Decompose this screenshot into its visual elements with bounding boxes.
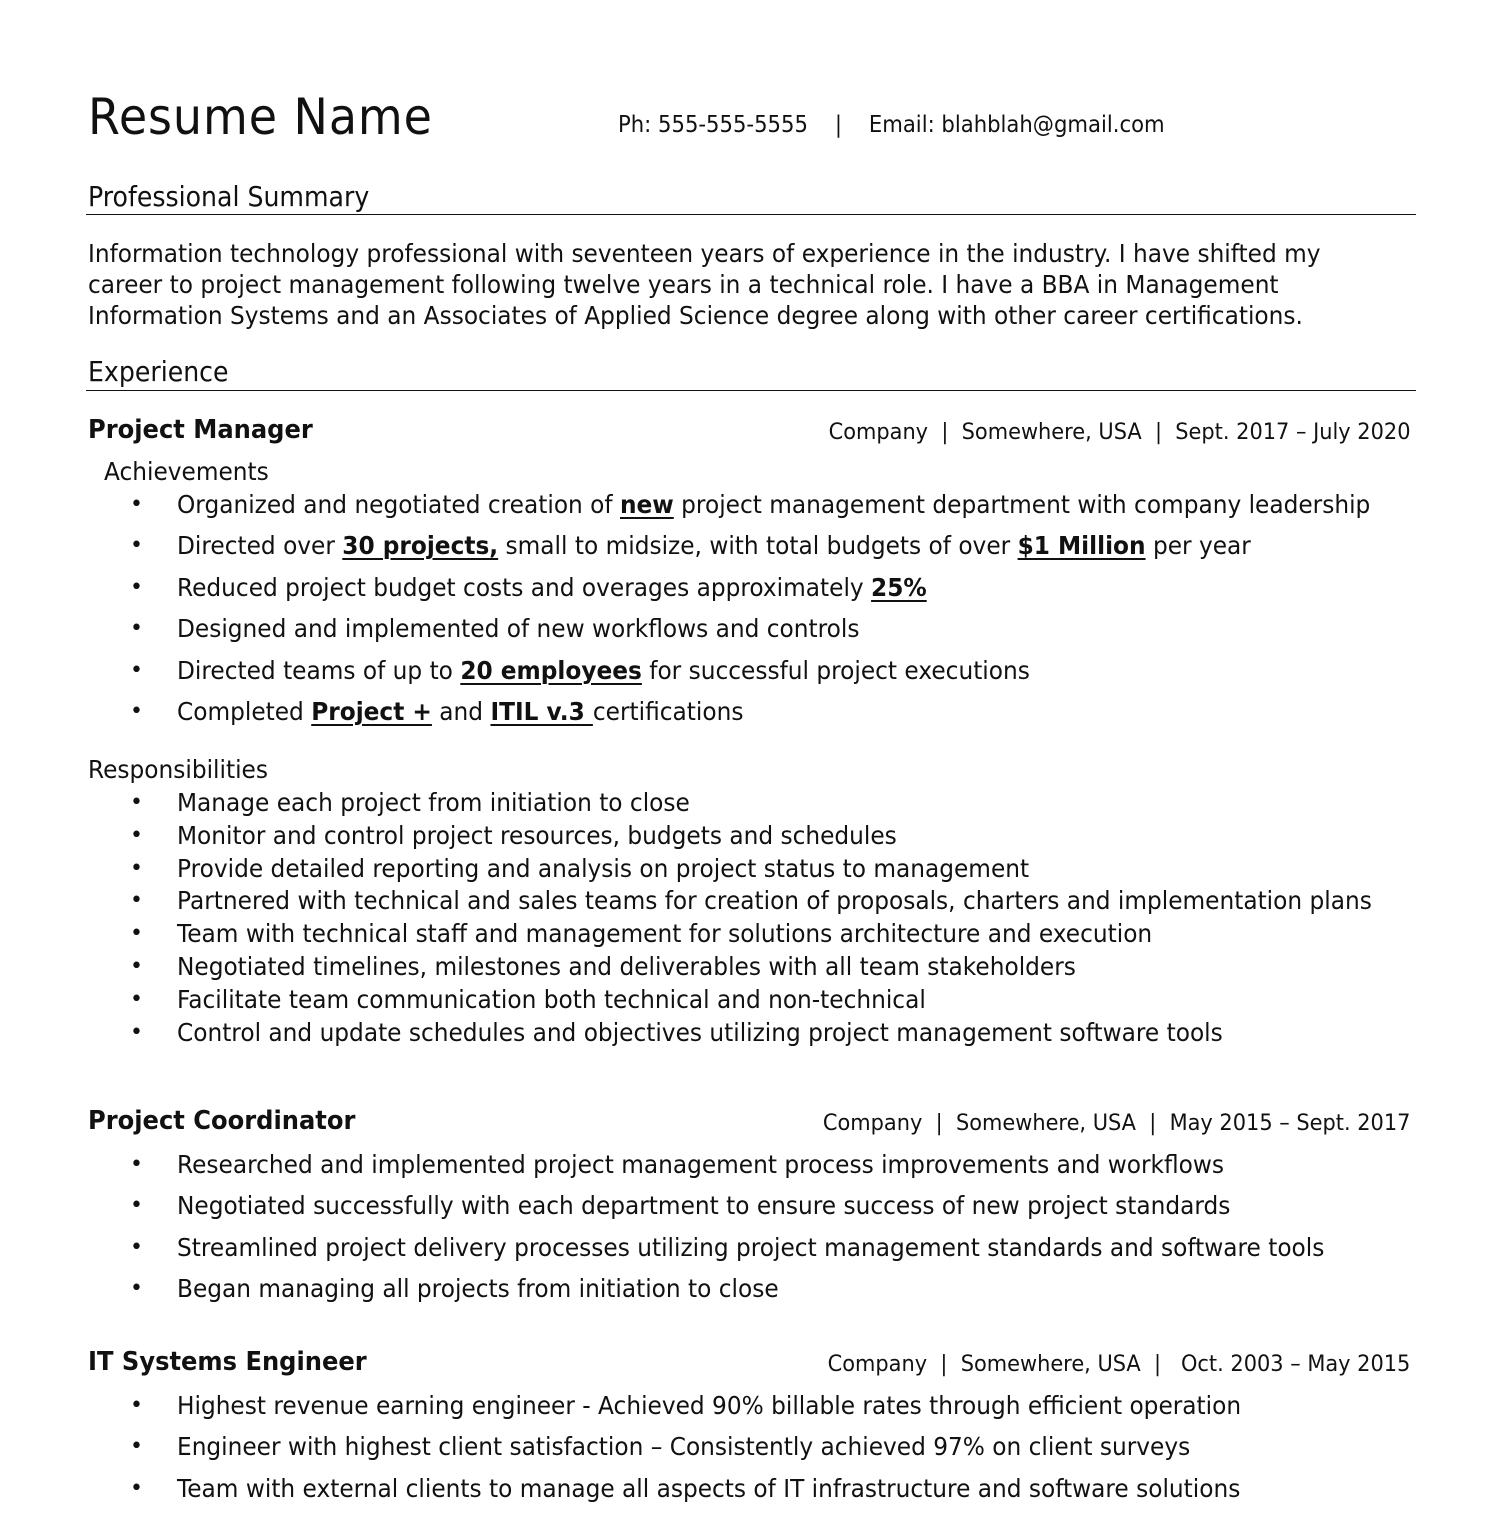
section-divider bbox=[86, 390, 1416, 391]
list-item: Monitor and control project resources, b… bbox=[0, 821, 1462, 854]
contact-info: Ph: 555-555-5555 | Email: blahblah@gmail… bbox=[618, 112, 1165, 138]
job-title: Project Manager bbox=[88, 415, 313, 445]
achievements-list: Organized and negotiated creation of new… bbox=[0, 490, 1460, 738]
list-item: Negotiated timelines, milestones and del… bbox=[0, 952, 1462, 985]
highlight: ITIL v.3 bbox=[490, 696, 593, 726]
list-item: Directed over 30 projects, small to mids… bbox=[0, 531, 1460, 572]
achievements-label: Achievements bbox=[104, 457, 269, 486]
list-item: Streamlined project delivery processes u… bbox=[0, 1233, 1411, 1274]
list-item: Negotiated successfully with each depart… bbox=[0, 1191, 1411, 1232]
job-meta: Company | Somewhere, USA | May 2015 – Se… bbox=[822, 1111, 1410, 1136]
list-item: Manage each project from initiation to c… bbox=[0, 788, 1462, 821]
list-item: Team with technical staff and management… bbox=[0, 919, 1462, 952]
list-item: Organized and negotiated creation of new… bbox=[0, 490, 1460, 531]
responsibilities-label: Responsibilities bbox=[88, 755, 268, 784]
section-title-summary: Professional Summary bbox=[88, 180, 370, 213]
list-item: Began managing all projects from initiat… bbox=[0, 1274, 1411, 1315]
job-meta: Company | Somewhere, USA | Sept. 2017 – … bbox=[828, 420, 1410, 445]
job-bullets: Researched and implemented project manag… bbox=[0, 1150, 1411, 1316]
job-title: IT Systems Engineer bbox=[88, 1347, 367, 1377]
job-meta: Company | Somewhere, USA | Oct. 2003 – M… bbox=[827, 1352, 1410, 1377]
list-item: Provide detailed reporting and analysis … bbox=[0, 854, 1462, 887]
list-item: Completed Project + and ITIL v.3 certifi… bbox=[0, 697, 1460, 738]
highlight: Project + bbox=[311, 696, 432, 726]
highlight: 25% bbox=[871, 572, 927, 602]
highlight: $1 Million bbox=[1017, 531, 1146, 561]
list-item: Researched and implemented project manag… bbox=[0, 1150, 1411, 1191]
section-divider bbox=[86, 214, 1416, 215]
list-item: Highest revenue earning engineer - Achie… bbox=[0, 1391, 1321, 1432]
highlight: 30 projects, bbox=[342, 531, 499, 561]
highlight: new bbox=[619, 490, 674, 519]
list-item: Designed and implemented of new workflow… bbox=[0, 614, 1460, 655]
highlight: 20 employees bbox=[460, 655, 642, 685]
resume-name: Resume Name bbox=[88, 88, 433, 146]
list-item: Engineer with highest client satisfactio… bbox=[0, 1432, 1321, 1473]
section-title-experience: Experience bbox=[88, 355, 229, 388]
job-bullets: Highest revenue earning engineer - Achie… bbox=[0, 1391, 1321, 1515]
job-title: Project Coordinator bbox=[88, 1106, 356, 1136]
list-item: Team with external clients to manage all… bbox=[0, 1474, 1321, 1515]
list-item: Reduced project budget costs and overage… bbox=[0, 573, 1460, 614]
list-item: Control and update schedules and objecti… bbox=[0, 1018, 1462, 1051]
summary-text: Information technology professional with… bbox=[88, 239, 1321, 330]
list-item: Directed teams of up to 20 employees for… bbox=[0, 656, 1460, 697]
responsibilities-list: Manage each project from initiation to c… bbox=[0, 788, 1462, 1050]
list-item: Partnered with technical and sales teams… bbox=[0, 886, 1462, 919]
list-item: Facilitate team communication both techn… bbox=[0, 985, 1462, 1018]
